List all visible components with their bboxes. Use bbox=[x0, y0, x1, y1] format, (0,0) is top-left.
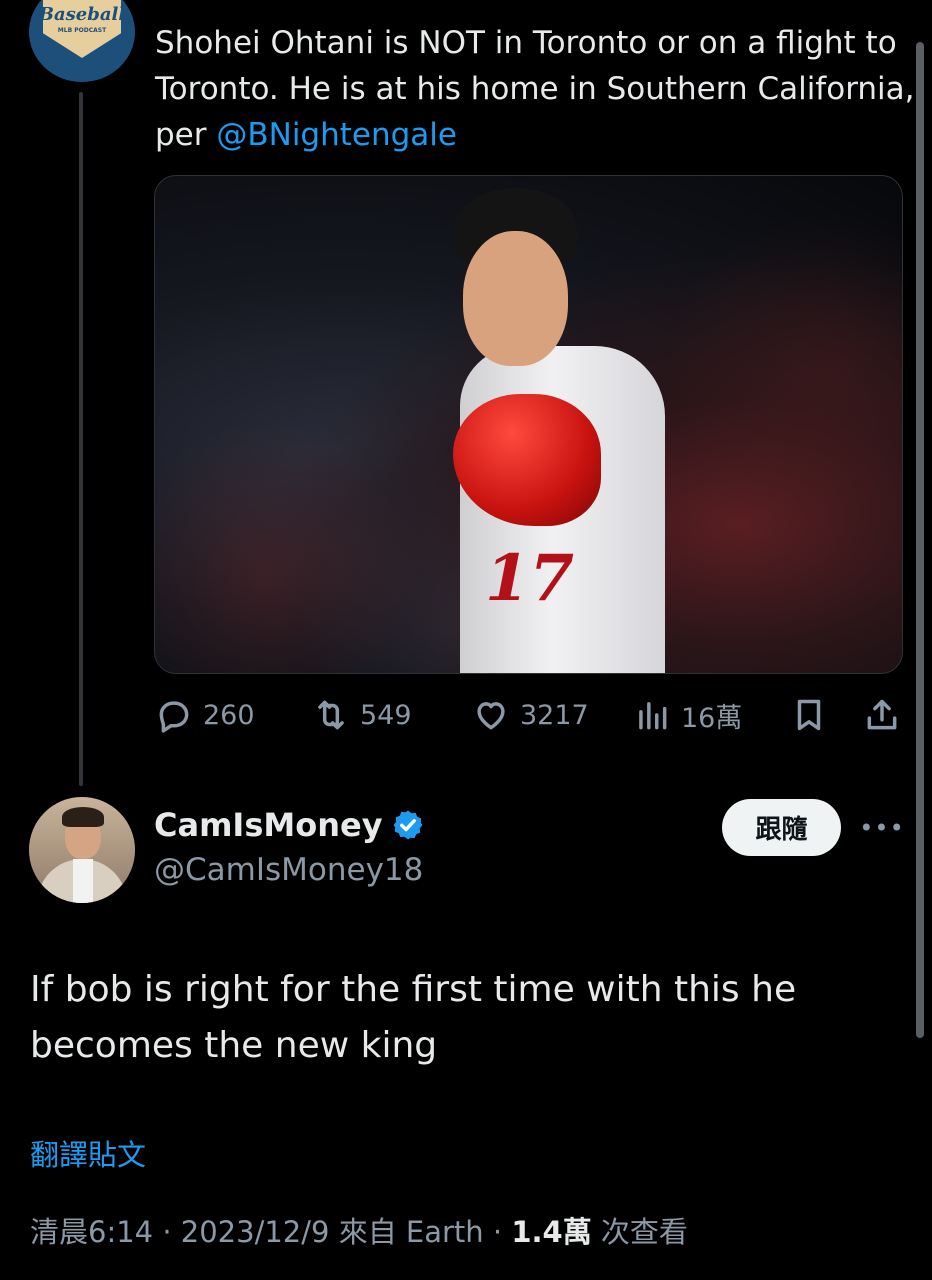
bookmark-button[interactable] bbox=[790, 695, 828, 735]
bookmark-icon bbox=[797, 699, 821, 731]
avatar-hair bbox=[62, 807, 104, 827]
tweet-timestamp[interactable]: 清晨6:14 · 2023/12/9 來自 Earth · bbox=[30, 1215, 511, 1249]
share-icon bbox=[867, 699, 897, 730]
author-avatar[interactable] bbox=[29, 797, 135, 903]
quoted-tweet-text: Shohei Ohtani is NOT in Toronto or on a … bbox=[155, 20, 915, 158]
author-handle[interactable]: @CamIsMoney18 bbox=[154, 852, 423, 888]
tweet-metadata: 清晨6:14 · 2023/12/9 來自 Earth · 1.4萬 次查看 bbox=[30, 1209, 688, 1251]
podcast-logo-text: Baseball bbox=[38, 4, 126, 25]
reply-count: 260 bbox=[203, 699, 255, 731]
author-display-name[interactable]: CamIsMoney bbox=[154, 806, 425, 844]
views-count: 16萬 bbox=[681, 702, 743, 734]
retweet-icon bbox=[318, 700, 344, 730]
quoted-author-avatar[interactable]: Baseball MLB PODCAST bbox=[29, 0, 135, 82]
tweet-text: If bob is right for the first time with … bbox=[30, 969, 797, 1066]
verified-badge-icon bbox=[393, 810, 422, 840]
avatar-shirt bbox=[73, 859, 93, 903]
thread-connector-line bbox=[79, 92, 83, 786]
reply-button[interactable]: 260 bbox=[155, 695, 255, 735]
player-face bbox=[463, 231, 568, 366]
tweet-action-bar: 260 549 3217 16萬 bbox=[155, 695, 905, 735]
like-count: 3217 bbox=[520, 699, 589, 731]
jersey-number: 17 bbox=[485, 541, 575, 616]
tweet-media-image[interactable]: 17 bbox=[154, 175, 903, 674]
analytics-icon bbox=[639, 702, 667, 730]
more-options-icon[interactable]: ••• bbox=[859, 808, 903, 848]
retweet-count: 549 bbox=[360, 699, 412, 731]
mention-link[interactable]: @BNightengale bbox=[216, 117, 457, 153]
heart-icon bbox=[477, 702, 505, 730]
follow-button[interactable]: 跟隨 bbox=[722, 799, 841, 856]
share-button[interactable] bbox=[863, 695, 901, 735]
like-button[interactable]: 3217 bbox=[472, 695, 589, 735]
reply-icon bbox=[159, 701, 189, 733]
retweet-button[interactable]: 549 bbox=[312, 695, 412, 735]
translate-post-link[interactable]: 翻譯貼文 bbox=[30, 1132, 146, 1174]
tweet-views-label: 次查看 bbox=[591, 1215, 688, 1249]
tweet-views-count: 1.4萬 bbox=[511, 1215, 592, 1249]
author-name-text: CamIsMoney bbox=[154, 806, 383, 844]
podcast-logo-subtext: MLB PODCAST bbox=[57, 27, 107, 34]
scrollbar[interactable] bbox=[916, 42, 924, 1038]
views-button[interactable]: 16萬 bbox=[633, 695, 742, 735]
